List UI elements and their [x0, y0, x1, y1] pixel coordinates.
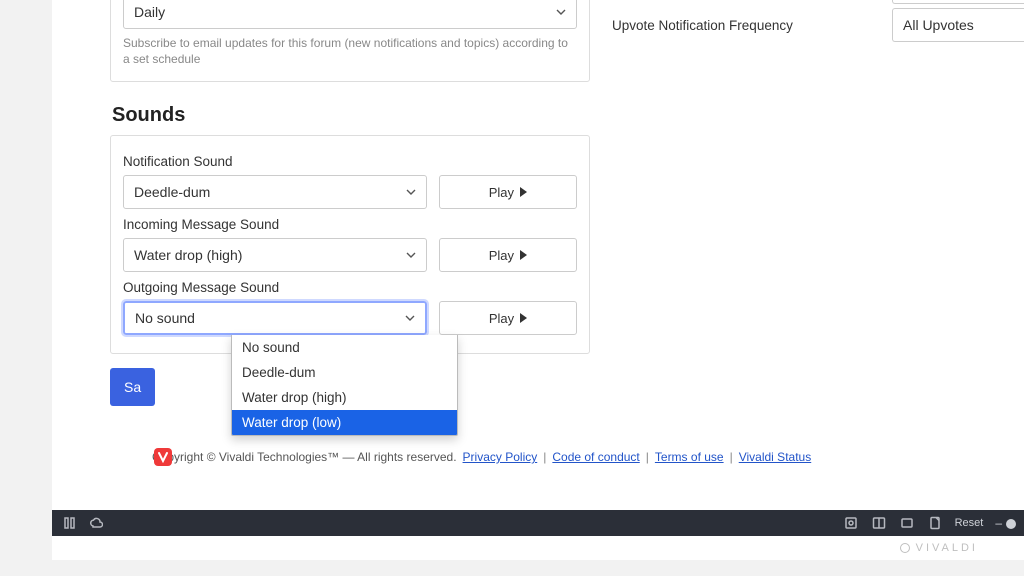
browser-status-bar: Reset – — [52, 510, 1024, 536]
play-icon — [520, 313, 527, 323]
chevron-down-icon — [556, 9, 566, 15]
digest-help-text: Subscribe to email updates for this foru… — [123, 35, 577, 67]
upvote-frequency-select[interactable]: All Upvotes — [892, 8, 1024, 42]
sound-option-no-sound[interactable]: No sound — [232, 335, 457, 360]
footer-link-terms[interactable]: Terms of use — [655, 450, 724, 464]
play-icon — [520, 187, 527, 197]
footer-link-status[interactable]: Vivaldi Status — [739, 450, 812, 464]
chevron-down-icon — [405, 315, 415, 321]
play-label: Play — [489, 248, 514, 263]
digest-frequency-value: Daily — [134, 4, 165, 20]
settings-left-column: Daily Subscribe to email updates for thi… — [110, 0, 590, 354]
email-digest-card: Daily Subscribe to email updates for thi… — [110, 0, 590, 82]
panel-toggle-icon[interactable] — [62, 515, 78, 531]
sounds-card: Notification Sound Deedle-dum Play Incom… — [110, 135, 590, 354]
images-toggle-icon[interactable] — [899, 515, 915, 531]
vivaldi-logo-icon — [154, 448, 172, 466]
chevron-down-icon — [406, 252, 416, 258]
footer-link-code-of-conduct[interactable]: Code of conduct — [552, 450, 639, 464]
upvote-frequency-row: Upvote Notification Frequency All Upvote… — [612, 8, 1024, 42]
upvote-frequency-label: Upvote Notification Frequency — [612, 18, 892, 33]
tiling-icon[interactable] — [871, 515, 887, 531]
upvote-frequency-value: All Upvotes — [903, 17, 974, 33]
brand-strip: VIVALDI — [52, 536, 1024, 560]
settings-right-column: Upvote Notification Frequency All Upvote… — [612, 0, 1024, 42]
window-left-gutter — [0, 0, 52, 576]
play-label: Play — [489, 311, 514, 326]
save-button[interactable]: Sa — [110, 368, 155, 406]
brand-text: VIVALDI — [916, 542, 978, 554]
zoom-out-dash[interactable]: – — [995, 516, 1002, 530]
vivaldi-ring-icon — [900, 543, 910, 553]
footer-link-privacy[interactable]: Privacy Policy — [463, 450, 538, 464]
sound-option-water-drop-low[interactable]: Water drop (low) — [232, 410, 457, 435]
sync-cloud-icon[interactable] — [88, 515, 104, 531]
play-icon — [520, 250, 527, 260]
sound-option-deedle-dum[interactable]: Deedle-dum — [232, 360, 457, 385]
zoom-reset-button[interactable]: Reset — [955, 517, 984, 529]
copyright-text: Copyright © Vivaldi Technologies™ — All … — [152, 450, 457, 464]
chevron-down-icon — [406, 189, 416, 195]
play-label: Play — [489, 185, 514, 200]
outgoing-sound-select[interactable]: No sound — [123, 301, 427, 335]
save-label: Sa — [124, 379, 141, 395]
incoming-sound-value: Water drop (high) — [134, 247, 242, 263]
sounds-heading: Sounds — [112, 104, 590, 127]
page-footer: Copyright © Vivaldi Technologies™ — All … — [104, 442, 1024, 472]
capture-icon[interactable] — [843, 515, 859, 531]
incoming-sound-label: Incoming Message Sound — [123, 217, 577, 232]
digest-frequency-select[interactable]: Daily — [123, 0, 577, 29]
notification-sound-select[interactable]: Deedle-dum — [123, 175, 427, 209]
notification-sound-play-button[interactable]: Play — [439, 175, 577, 209]
page-actions-icon[interactable] — [927, 515, 943, 531]
notification-sound-label: Notification Sound — [123, 154, 577, 169]
outgoing-sound-value: No sound — [135, 310, 195, 326]
outgoing-sound-dropdown[interactable]: No sound Deedle-dum Water drop (high) Wa… — [231, 335, 458, 436]
outgoing-sound-label: Outgoing Message Sound — [123, 280, 577, 295]
notification-sound-value: Deedle-dum — [134, 184, 210, 200]
sound-option-water-drop-high[interactable]: Water drop (high) — [232, 385, 457, 410]
outgoing-sound-play-button[interactable]: Play — [439, 301, 577, 335]
content-area: Daily Subscribe to email updates for thi… — [52, 0, 1024, 510]
incoming-sound-play-button[interactable]: Play — [439, 238, 577, 272]
incoming-sound-select[interactable]: Water drop (high) — [123, 238, 427, 272]
